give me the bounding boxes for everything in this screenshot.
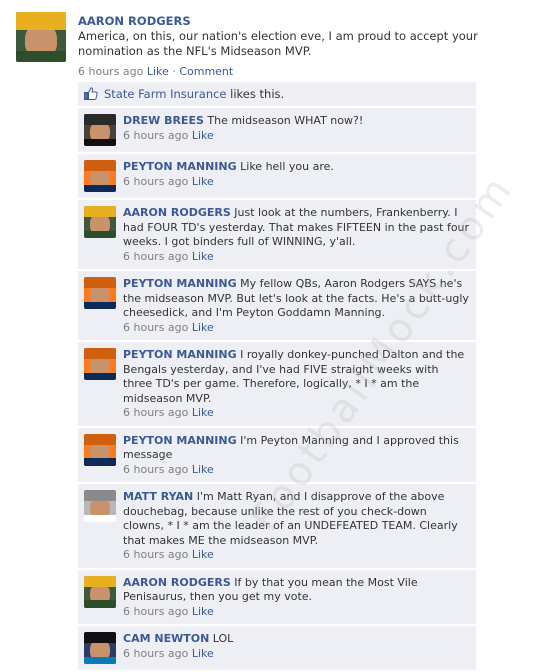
comment-meta: 6 hours ago Like xyxy=(123,321,470,336)
comment-meta: 6 hours ago Like xyxy=(123,605,470,620)
avatar-helmet xyxy=(16,12,66,30)
avatar[interactable] xyxy=(84,348,116,380)
like-link[interactable]: Like xyxy=(147,65,169,78)
comment-author[interactable]: PEYTON MANNING xyxy=(123,434,237,447)
comment-like-link[interactable]: Like xyxy=(192,647,214,660)
post-text: America, on this, our nation's election … xyxy=(78,29,478,58)
likes-text: State Farm Insurance likes this. xyxy=(104,87,284,101)
comment-like-link[interactable]: Like xyxy=(192,321,214,334)
comment-like-link[interactable]: Like xyxy=(192,463,214,476)
comment-meta: 6 hours ago Like xyxy=(123,250,470,265)
avatar-jersey xyxy=(84,184,116,192)
liker-link[interactable]: State Farm Insurance xyxy=(104,87,227,101)
post-timestamp[interactable]: 6 hours ago xyxy=(78,65,143,78)
avatar[interactable] xyxy=(84,490,116,522)
comment-author[interactable]: AARON RODGERS xyxy=(123,206,231,219)
comment-meta: 6 hours ago Like xyxy=(123,463,470,478)
comment-timestamp[interactable]: 6 hours ago xyxy=(123,463,188,476)
comment-meta: 6 hours ago Like xyxy=(123,129,470,144)
comment-meta: 6 hours ago Like xyxy=(123,647,470,662)
comment-timestamp[interactable]: 6 hours ago xyxy=(123,406,188,419)
avatar[interactable] xyxy=(84,433,116,466)
comment-text: Like hell you are. xyxy=(240,160,334,173)
comment-author[interactable]: AARON RODGERS xyxy=(123,576,231,589)
comment-body: PEYTON MANNING My fellow QBs, Aaron Rodg… xyxy=(123,277,470,321)
comment-meta: 6 hours ago Like xyxy=(123,548,470,563)
avatar-helmet xyxy=(84,575,116,587)
comment-author[interactable]: PEYTON MANNING xyxy=(123,160,237,173)
avatar-jersey xyxy=(84,138,116,146)
comment-like-link[interactable]: Like xyxy=(192,406,214,419)
comment-body: PEYTON MANNING I'm Peyton Manning and I … xyxy=(123,434,470,463)
comment-body: PEYTON MANNING I royally donkey-punched … xyxy=(123,348,470,406)
avatar[interactable] xyxy=(84,206,116,238)
avatar-jersey xyxy=(84,301,116,309)
comment-like-link[interactable]: Like xyxy=(192,548,214,561)
comment-item: PEYTON MANNING Like hell you are. 6 hours… xyxy=(78,154,476,198)
avatar[interactable] xyxy=(84,114,116,146)
comment-link[interactable]: Comment xyxy=(179,65,233,78)
comment-body: CAM NEWTON LOL xyxy=(123,632,470,647)
avatar-jersey xyxy=(84,458,116,466)
comment-item: CAM NEWTON LOL 6 hours ago Like xyxy=(78,626,476,670)
comment-body: AARON RODGERS If by that you mean the Mo… xyxy=(123,576,470,605)
comment-item: AARON RODGERS If by that you mean the Mo… xyxy=(78,569,476,624)
comment-item: DREW BREES The midseason WHAT now?! 6 hou… xyxy=(78,108,476,152)
meta-separator: · xyxy=(172,65,176,78)
comment-body: MATT RYAN I'm Matt Ryan, and I disapprov… xyxy=(123,490,470,548)
comment-list: DREW BREES The midseason WHAT now?! 6 hou… xyxy=(78,108,476,672)
likes-bar: State Farm Insurance likes this. xyxy=(78,82,476,107)
avatar-helmet xyxy=(84,114,116,126)
avatar-jersey xyxy=(84,372,116,380)
comment-timestamp[interactable]: 6 hours ago xyxy=(123,175,188,188)
comment-meta: 6 hours ago Like xyxy=(123,175,470,190)
comment-timestamp[interactable]: 6 hours ago xyxy=(123,605,188,618)
post-meta: 6 hours ago Like · Comment xyxy=(78,65,518,78)
comment-item: PEYTON MANNING My fellow QBs, Aaron Rodg… xyxy=(78,271,476,340)
avatar-helmet xyxy=(84,277,116,289)
comment-item: AARON RODGERS Just look at the numbers, … xyxy=(78,200,476,269)
comment-timestamp[interactable]: 6 hours ago xyxy=(123,129,188,142)
avatar-jersey xyxy=(84,230,116,238)
avatar-jersey xyxy=(84,514,116,522)
comment-like-link[interactable]: Like xyxy=(192,175,214,188)
avatar[interactable] xyxy=(84,277,116,309)
avatar-helmet xyxy=(84,433,116,445)
comment-timestamp[interactable]: 6 hours ago xyxy=(123,647,188,660)
avatar-jersey xyxy=(84,656,116,664)
comment-author[interactable]: DREW BREES xyxy=(123,114,204,127)
avatar-jersey xyxy=(84,600,116,608)
comment-item: PEYTON MANNING I'm Peyton Manning and I … xyxy=(78,427,476,482)
avatar[interactable] xyxy=(84,160,116,192)
comment-body: PEYTON MANNING Like hell you are. xyxy=(123,160,470,175)
avatar-helmet xyxy=(84,348,116,360)
comment-timestamp[interactable]: 6 hours ago xyxy=(123,548,188,561)
avatar[interactable] xyxy=(16,12,66,62)
comment-author[interactable]: PEYTON MANNING xyxy=(123,277,237,290)
avatar[interactable] xyxy=(84,575,116,608)
post-author[interactable]: AARON RODGERS xyxy=(78,14,518,28)
comment-author[interactable]: MATT RYAN xyxy=(123,490,193,503)
avatar-jersey xyxy=(16,51,66,62)
comment-body: AARON RODGERS Just look at the numbers, … xyxy=(123,206,470,250)
comment-timestamp[interactable]: 6 hours ago xyxy=(123,321,188,334)
post-body: AARON RODGERS America, on this, our nati… xyxy=(78,14,518,78)
comment-item: PEYTON MANNING I royally donkey-punched … xyxy=(78,342,476,426)
likes-suffix: likes this. xyxy=(226,87,285,101)
comment-text: The midseason WHAT now?! xyxy=(207,114,364,127)
comment-body: DREW BREES The midseason WHAT now?! xyxy=(123,114,470,129)
comment-item: MATT RYAN I'm Matt Ryan, and I disapprov… xyxy=(78,484,476,568)
avatar[interactable] xyxy=(84,632,116,664)
comment-author[interactable]: PEYTON MANNING xyxy=(123,348,237,361)
avatar-helmet xyxy=(84,490,116,502)
comment-meta: 6 hours ago Like xyxy=(123,406,470,421)
comment-like-link[interactable]: Like xyxy=(192,250,214,263)
avatar-helmet xyxy=(84,206,116,218)
comment-like-link[interactable]: Like xyxy=(192,605,214,618)
thumbs-up-icon xyxy=(84,87,98,100)
avatar-helmet xyxy=(84,160,116,172)
comment-timestamp[interactable]: 6 hours ago xyxy=(123,250,188,263)
comment-like-link[interactable]: Like xyxy=(192,129,214,142)
